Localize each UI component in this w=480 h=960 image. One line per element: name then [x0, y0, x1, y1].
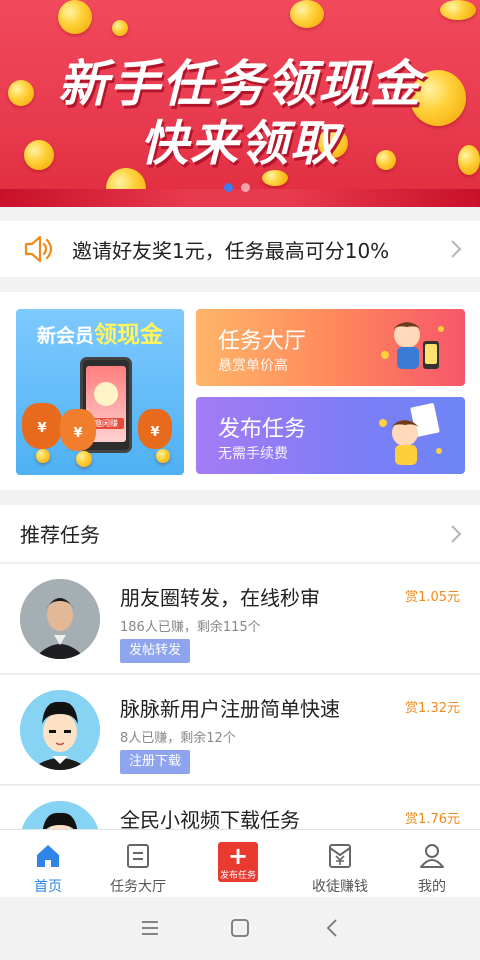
coin-decoration	[112, 20, 128, 36]
new-member-title-highlight: 领现金	[94, 322, 163, 348]
avatar-photo-man	[20, 579, 100, 659]
tab-publish-task[interactable]: + 发布任务	[190, 830, 286, 898]
avatar	[20, 690, 100, 770]
task-reward: 赏1.05元	[405, 590, 460, 605]
banner-subtitle: 快来领取	[139, 116, 340, 172]
task-tag: 注册下载	[120, 750, 191, 774]
back-icon[interactable]	[321, 917, 343, 939]
task-item[interactable]: 脉脉新用户注册简单快速 8人已赚，剩余12个 注册下载 赏1.32元	[0, 675, 480, 785]
publish-task-button[interactable]: + 发布任务	[218, 842, 258, 882]
task-tag: 发帖转发	[120, 639, 191, 663]
avatar-cartoon-man	[20, 690, 100, 770]
coin-decoration	[58, 0, 92, 34]
system-nav-bar	[0, 897, 480, 960]
coin-decoration	[290, 0, 324, 28]
app-logo	[94, 382, 118, 406]
tab-mine[interactable]: 我的	[384, 830, 480, 898]
speaker-icon	[24, 235, 53, 263]
kid-paper-illustration	[379, 403, 442, 465]
bottom-tab-bar: 首页 任务大厅 + 发布任务 收徒赚钱 我的	[0, 829, 480, 897]
task-hall-subtitle: 悬赏单价高	[218, 358, 288, 374]
announcement-text: 邀请好友奖1元，任务最高可分10%	[72, 238, 390, 263]
home-icon	[37, 845, 59, 867]
task-title: 朋友圈转发，在线秒审	[120, 586, 320, 610]
task-item[interactable]: 朋友圈转发，在线秒审 186人已赚，剩余115个 发帖转发 赏1.05元	[0, 564, 480, 674]
tab-label: 任务大厅	[110, 879, 166, 895]
publish-task-subtitle: 无需手续费	[218, 446, 288, 462]
coin-decoration	[36, 449, 50, 463]
announcement-bar[interactable]: 邀请好友奖1元，任务最高可分10%	[0, 221, 480, 277]
publish-task-title: 发布任务	[218, 417, 307, 442]
carousel-indicator	[224, 183, 250, 192]
task-title: 脉脉新用户注册简单快速	[120, 697, 340, 721]
menu-icon[interactable]	[139, 917, 161, 939]
document-icon	[127, 844, 149, 868]
new-member-title-prefix: 新会员	[36, 325, 94, 347]
plus-icon: +	[227, 842, 249, 870]
tab-recruit-earn[interactable]: 收徒赚钱	[292, 830, 388, 898]
new-member-cash-card[interactable]: 新会员领现金 趣闲赚 ¥ ¥ ¥	[16, 309, 184, 475]
money-bag-icon: ¥	[138, 409, 172, 449]
home-square-icon[interactable]	[229, 917, 251, 939]
coin-decoration	[76, 451, 92, 467]
chevron-right-icon	[451, 240, 462, 258]
tab-task-hall[interactable]: 任务大厅	[90, 830, 186, 898]
task-hall-title: 任务大厅	[218, 329, 307, 354]
money-bag-icon: ¥	[60, 409, 96, 451]
tab-label: 收徒赚钱	[312, 879, 368, 895]
tab-home[interactable]: 首页	[0, 830, 96, 898]
promo-banner[interactable]: 新手任务领现金 快来领取	[0, 0, 480, 207]
publish-label: 发布任务	[219, 871, 256, 881]
task-reward: 赏1.76元	[405, 812, 460, 827]
task-stats: 186人已赚，剩余115个	[120, 620, 261, 635]
recommended-tasks-header[interactable]: 推荐任务	[0, 505, 480, 563]
carousel-dot[interactable]	[241, 183, 250, 192]
promo-section: 新会员领现金 趣闲赚 ¥ ¥ ¥ 任务大厅 悬赏单价高 发布任务 无需手续费	[0, 292, 480, 490]
envelope-yuan-icon	[329, 844, 351, 868]
coin-decoration	[440, 0, 476, 20]
money-bag-glyph: ¥	[73, 425, 83, 441]
coin-decoration	[156, 449, 170, 463]
tab-label: 我的	[418, 879, 446, 895]
money-bag-glyph: ¥	[37, 421, 47, 437]
task-reward: 赏1.32元	[405, 701, 460, 716]
carousel-dot-active[interactable]	[224, 183, 233, 192]
kid-phone-illustration	[381, 322, 444, 369]
person-icon	[420, 844, 444, 868]
task-stats: 8人已赚，剩余12个	[120, 731, 236, 746]
money-bag-icon: ¥	[22, 403, 62, 449]
section-title: 推荐任务	[20, 523, 100, 547]
new-member-title: 新会员领现金	[16, 315, 184, 349]
tab-label: 首页	[34, 879, 62, 895]
avatar	[20, 579, 100, 659]
chevron-right-icon	[451, 524, 462, 543]
task-hall-card[interactable]: 任务大厅 悬赏单价高	[196, 309, 465, 386]
publish-task-card[interactable]: 发布任务 无需手续费	[196, 397, 465, 474]
money-bag-glyph: ¥	[150, 425, 160, 440]
